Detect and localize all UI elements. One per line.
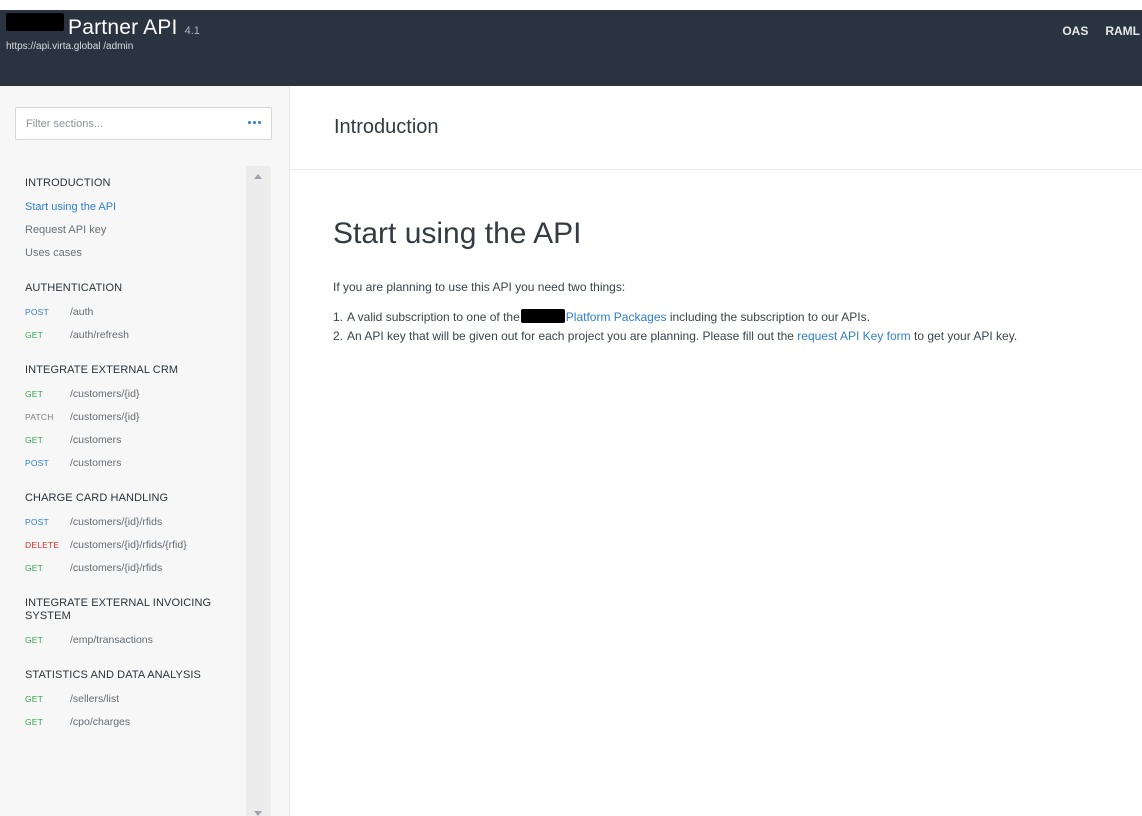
list-number: 1.	[333, 310, 344, 324]
page-title: Start using the API	[333, 217, 582, 250]
section-title: AUTHENTICATION	[25, 282, 123, 294]
nav-link-start-using-api[interactable]: Start using the API	[25, 201, 252, 213]
redacted-logo	[6, 13, 64, 31]
method-badge: DELETE	[25, 540, 60, 550]
list-text-before: A valid subscription to one of the	[347, 310, 520, 324]
top-header: Partner API 4.1 https://api.virta.global…	[0, 10, 1142, 86]
sidebar-nav: INTRODUCTION Start using the API Request…	[0, 171, 252, 816]
endpoint-path: /auth	[70, 306, 94, 318]
list-text-after: to get your API key.	[910, 329, 1018, 343]
raml-link[interactable]: RAML	[1105, 24, 1140, 38]
method-badge: GET	[25, 635, 44, 645]
section-heading: Introduction	[334, 116, 439, 138]
endpoint-path: /cpo/charges	[70, 716, 131, 728]
endpoint-post-auth[interactable]: POST /auth	[25, 306, 252, 318]
endpoint-patch-customer[interactable]: PATCH /customers/{id}	[25, 411, 252, 423]
endpoint-get-auth-refresh[interactable]: GET /auth/refresh	[25, 329, 252, 341]
list-text: A valid subscription to one of the Platfo…	[347, 309, 870, 325]
method-badge: POST	[25, 517, 49, 527]
api-version: 4.1	[184, 25, 200, 37]
main-content: Start using the API If you are planning …	[333, 170, 1123, 347]
endpoint-path: /customers/{id}/rfids/{rfid}	[70, 539, 187, 551]
section-title: STATISTICS AND DATA ANALYSIS	[25, 669, 201, 681]
base-url: https://api.virta.global /admin	[6, 41, 134, 52]
filter-box	[15, 107, 272, 140]
filter-sections-input[interactable]	[16, 108, 241, 139]
endpoint-post-customers[interactable]: POST /customers	[25, 457, 252, 469]
endpoint-get-customers[interactable]: GET /customers	[25, 434, 252, 446]
request-api-key-form-link[interactable]: request API Key form	[797, 329, 910, 343]
method-badge: POST	[25, 307, 49, 317]
endpoint-path: /customers/{id}/rfids	[70, 516, 163, 528]
requirements-list: 1. A valid subscription to one of the Pla…	[333, 309, 1123, 344]
method-badge: GET	[25, 563, 44, 573]
nav-link-request-api-key[interactable]: Request API key	[25, 224, 252, 236]
method-badge: GET	[25, 389, 44, 399]
method-badge: GET	[25, 717, 44, 727]
platform-packages-link[interactable]: Platform Packages	[566, 310, 667, 324]
endpoint-post-rfids[interactable]: POST /customers/{id}/rfids	[25, 516, 252, 528]
more-options-icon[interactable]	[248, 121, 262, 125]
oas-link[interactable]: OAS	[1062, 24, 1088, 38]
section-title: INTEGRATE EXTERNAL CRM	[25, 364, 179, 376]
list-text: An API key that will be given out for ea…	[347, 328, 1017, 344]
scroll-up-arrow-icon[interactable]	[254, 174, 262, 179]
nav-section-statistics: STATISTICS AND DATA ANALYSIS GET /seller…	[0, 669, 252, 728]
endpoint-path: /customers	[70, 457, 122, 469]
nav-section-charge-card: CHARGE CARD HANDLING POST /customers/{id…	[0, 492, 252, 574]
nav-section-introduction: INTRODUCTION Start using the API Request…	[0, 177, 252, 259]
nav-section-crm: INTEGRATE EXTERNAL CRM GET /customers/{i…	[0, 364, 252, 469]
nav-link-uses-cases[interactable]: Uses cases	[25, 247, 252, 259]
scroll-down-arrow-icon[interactable]	[254, 811, 262, 816]
method-badge: PATCH	[25, 412, 54, 422]
list-number: 2.	[333, 329, 344, 343]
endpoint-path: /emp/transactions	[70, 634, 153, 646]
method-badge: POST	[25, 458, 49, 468]
api-title: Partner API	[68, 16, 178, 39]
endpoint-path: /sellers/list	[70, 693, 120, 705]
list-text-before: An API key that will be given out for ea…	[347, 329, 798, 343]
main-section-header: Introduction	[291, 86, 1142, 170]
endpoint-get-cpo-charges[interactable]: GET /cpo/charges	[25, 716, 252, 728]
list-text-after: including the subscription to our APIs.	[666, 310, 870, 324]
list-item: 2. An API key that will be given out for…	[333, 328, 1123, 344]
brand: Partner API 4.1	[6, 13, 200, 40]
method-badge: GET	[25, 694, 44, 704]
endpoint-path: /customers/{id}	[70, 411, 140, 423]
section-title: INTEGRATE EXTERNAL INVOICING SYSTEM	[25, 597, 212, 622]
endpoint-get-emp-transactions[interactable]: GET /emp/transactions	[25, 634, 252, 646]
redacted-text	[520, 309, 565, 323]
section-title: INTRODUCTION	[25, 177, 111, 189]
endpoint-path: /customers	[70, 434, 122, 446]
section-title: CHARGE CARD HANDLING	[25, 492, 169, 504]
sidebar: INTRODUCTION Start using the API Request…	[0, 86, 290, 816]
spec-links: OAS RAML	[1062, 24, 1140, 38]
intro-paragraph: If you are planning to use this API you …	[333, 280, 626, 294]
method-badge: GET	[25, 435, 44, 445]
endpoint-get-customer[interactable]: GET /customers/{id}	[25, 388, 252, 400]
list-item: 1. A valid subscription to one of the Pla…	[333, 309, 1123, 325]
endpoint-get-rfids[interactable]: GET /customers/{id}/rfids	[25, 562, 252, 574]
method-badge: GET	[25, 330, 44, 340]
nav-section-authentication: AUTHENTICATION POST /auth GET /auth/refr…	[0, 282, 252, 341]
nav-section-invoicing: INTEGRATE EXTERNAL INVOICING SYSTEM GET …	[0, 597, 252, 646]
endpoint-get-sellers-list[interactable]: GET /sellers/list	[25, 693, 252, 705]
endpoint-path: /auth/refresh	[70, 329, 129, 341]
endpoint-path: /customers/{id}	[70, 388, 140, 400]
endpoint-path: /customers/{id}/rfids	[70, 562, 163, 574]
endpoint-delete-rfid[interactable]: DELETE /customers/{id}/rfids/{rfid}	[25, 539, 252, 551]
